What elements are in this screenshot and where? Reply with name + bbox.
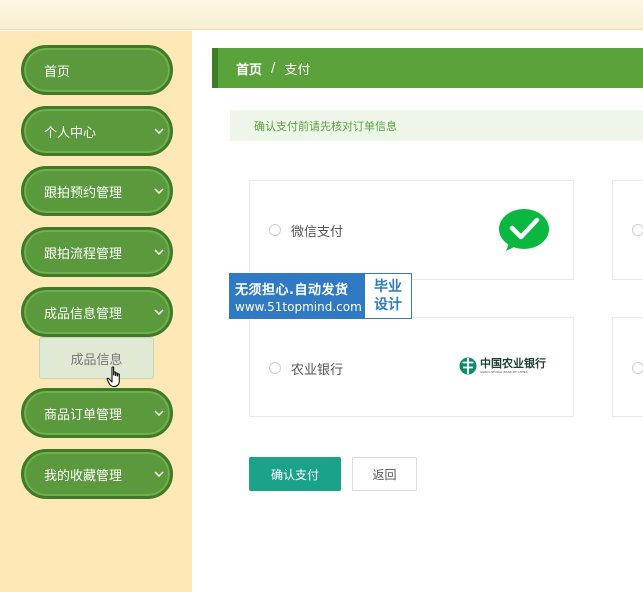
breadcrumb-home[interactable]: 首页 [236, 59, 262, 78]
notice-banner: 确认支付前请先核对订单信息 [230, 110, 643, 141]
chevron-down-icon [148, 188, 170, 194]
sidebar-subitem-product-info[interactable]: 成品信息 [39, 337, 154, 379]
sidebar-item-label: 首页 [44, 64, 71, 80]
breadcrumb: 首页 / 支付 [212, 48, 643, 88]
breadcrumb-separator: / [271, 60, 276, 76]
notice-text: 确认支付前请先核对订单信息 [254, 119, 397, 133]
sidebar-item-label: 我的收藏管理 [44, 468, 123, 484]
top-header-bar [0, 0, 643, 30]
sidebar-subitem-label: 成品信息 [70, 352, 123, 368]
chevron-down-icon [148, 128, 170, 134]
wechat-pay-icon [498, 208, 550, 252]
payment-option-card-partial[interactable] [612, 180, 643, 280]
chevron-down-icon [148, 471, 170, 477]
watermark-badge-top: 毕业 [374, 279, 402, 295]
payment-radio[interactable] [632, 224, 643, 236]
payment-label: 微信支付 [291, 225, 344, 240]
abc-logo-text: 中国农业银行 [480, 357, 546, 370]
sidebar-item-product-orders[interactable]: 商品订单管理 [21, 388, 173, 438]
abc-logo-subtext: AGRICULTURAL BANK OF CHINA [480, 370, 528, 374]
payment-label: 农业银行 [291, 363, 344, 378]
sidebar-item-label: 跟拍流程管理 [44, 246, 123, 262]
watermark-badge: 毕业 设计 [365, 274, 411, 318]
watermark-main: 无须担心.自动发货 www.51topmind.com [230, 274, 365, 318]
sidebar-item-personal-center[interactable]: 个人中心 [21, 106, 173, 156]
watermark-line1: 无须担心.自动发货 [235, 282, 349, 298]
sidebar-item-shoot-process[interactable]: 跟拍流程管理 [21, 227, 173, 277]
sidebar-item-product-info[interactable]: 成品信息管理 [21, 287, 173, 337]
payment-option-wechat[interactable]: 微信支付 [249, 180, 574, 280]
watermark-overlay: 无须担心.自动发货 www.51topmind.com 毕业 设计 [229, 273, 412, 319]
sidebar: 首页 个人中心 跟拍预约管理 跟拍流程管理 成品信息管理 成品信息 商品订单管理… [0, 31, 192, 592]
abc-radio[interactable] [269, 362, 281, 374]
wechat-radio[interactable] [269, 224, 281, 236]
sidebar-item-shoot-booking[interactable]: 跟拍预约管理 [21, 166, 173, 216]
sidebar-item-label: 个人中心 [44, 125, 97, 141]
payment-option-abc[interactable]: 农业银行 中国农业银行 AGRICULTURAL BANK OF CHINA [249, 317, 574, 417]
breadcrumb-current: 支付 [284, 62, 311, 78]
sidebar-item-home[interactable]: 首页 [21, 45, 173, 95]
sidebar-item-label: 商品订单管理 [44, 407, 123, 423]
back-button[interactable]: 返回 [352, 457, 417, 491]
payment-radio[interactable] [632, 362, 643, 374]
sidebar-item-label: 跟拍预约管理 [44, 185, 123, 201]
watermark-badge-bottom: 设计 [374, 297, 402, 313]
sidebar-item-label: 成品信息管理 [44, 306, 123, 322]
chevron-down-icon [148, 249, 170, 255]
confirm-payment-button[interactable]: 确认支付 [249, 457, 341, 491]
abc-bank-logo: 中国农业银行 AGRICULTURAL BANK OF CHINA [459, 354, 555, 378]
chevron-down-icon [148, 410, 170, 416]
hand-cursor-icon [106, 366, 124, 388]
payment-option-card-partial[interactable] [612, 317, 643, 417]
watermark-url: www.51topmind.com [235, 299, 362, 314]
sidebar-item-favorites[interactable]: 我的收藏管理 [21, 449, 173, 499]
chevron-down-icon [148, 309, 170, 315]
